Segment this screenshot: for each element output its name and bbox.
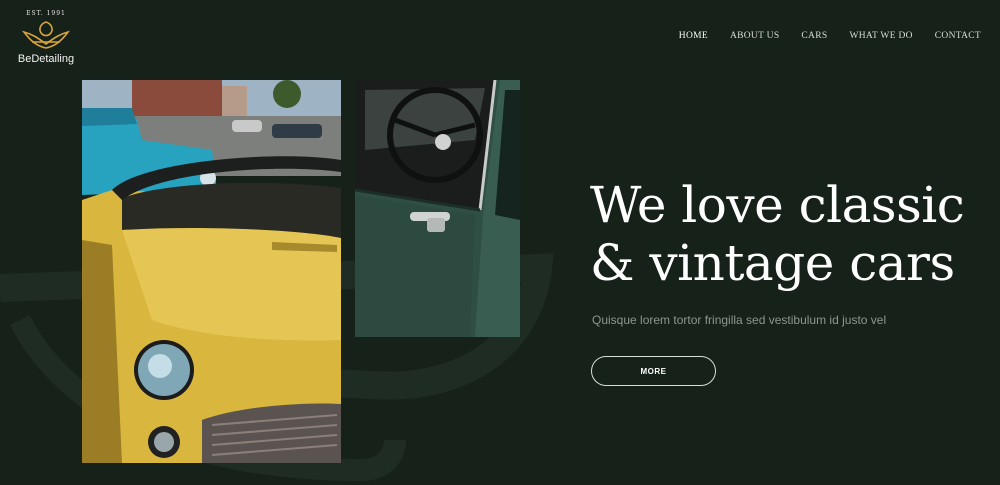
nav-about-us[interactable]: ABOUT US bbox=[730, 31, 779, 41]
logo-established-text: EST. 1991 bbox=[26, 10, 66, 17]
hero-title: We love classic & vintage cars bbox=[590, 176, 970, 292]
nav-contact[interactable]: CONTACT bbox=[935, 31, 981, 41]
hero-title-line2: & vintage cars bbox=[590, 234, 955, 292]
yellow-convertible-photo bbox=[82, 80, 341, 463]
brand-logo[interactable]: EST. 1991 BeDetailing bbox=[14, 8, 78, 68]
nav-what-we-do[interactable]: WHAT WE DO bbox=[849, 31, 912, 41]
hero-subtitle: Quisque lorem tortor fringilla sed vesti… bbox=[592, 313, 887, 327]
main-nav: HOME ABOUT US CARS WHAT WE DO CONTACT bbox=[679, 31, 981, 41]
nav-home[interactable]: HOME bbox=[679, 31, 708, 41]
green-car-door-photo bbox=[355, 80, 520, 337]
nav-cars[interactable]: CARS bbox=[801, 31, 827, 41]
more-button[interactable]: MORE bbox=[591, 356, 716, 386]
logo-brand-name: BeDetailing bbox=[17, 53, 75, 65]
winged-emblem-icon bbox=[22, 21, 70, 49]
hero-title-line1: We love classic bbox=[590, 176, 965, 234]
